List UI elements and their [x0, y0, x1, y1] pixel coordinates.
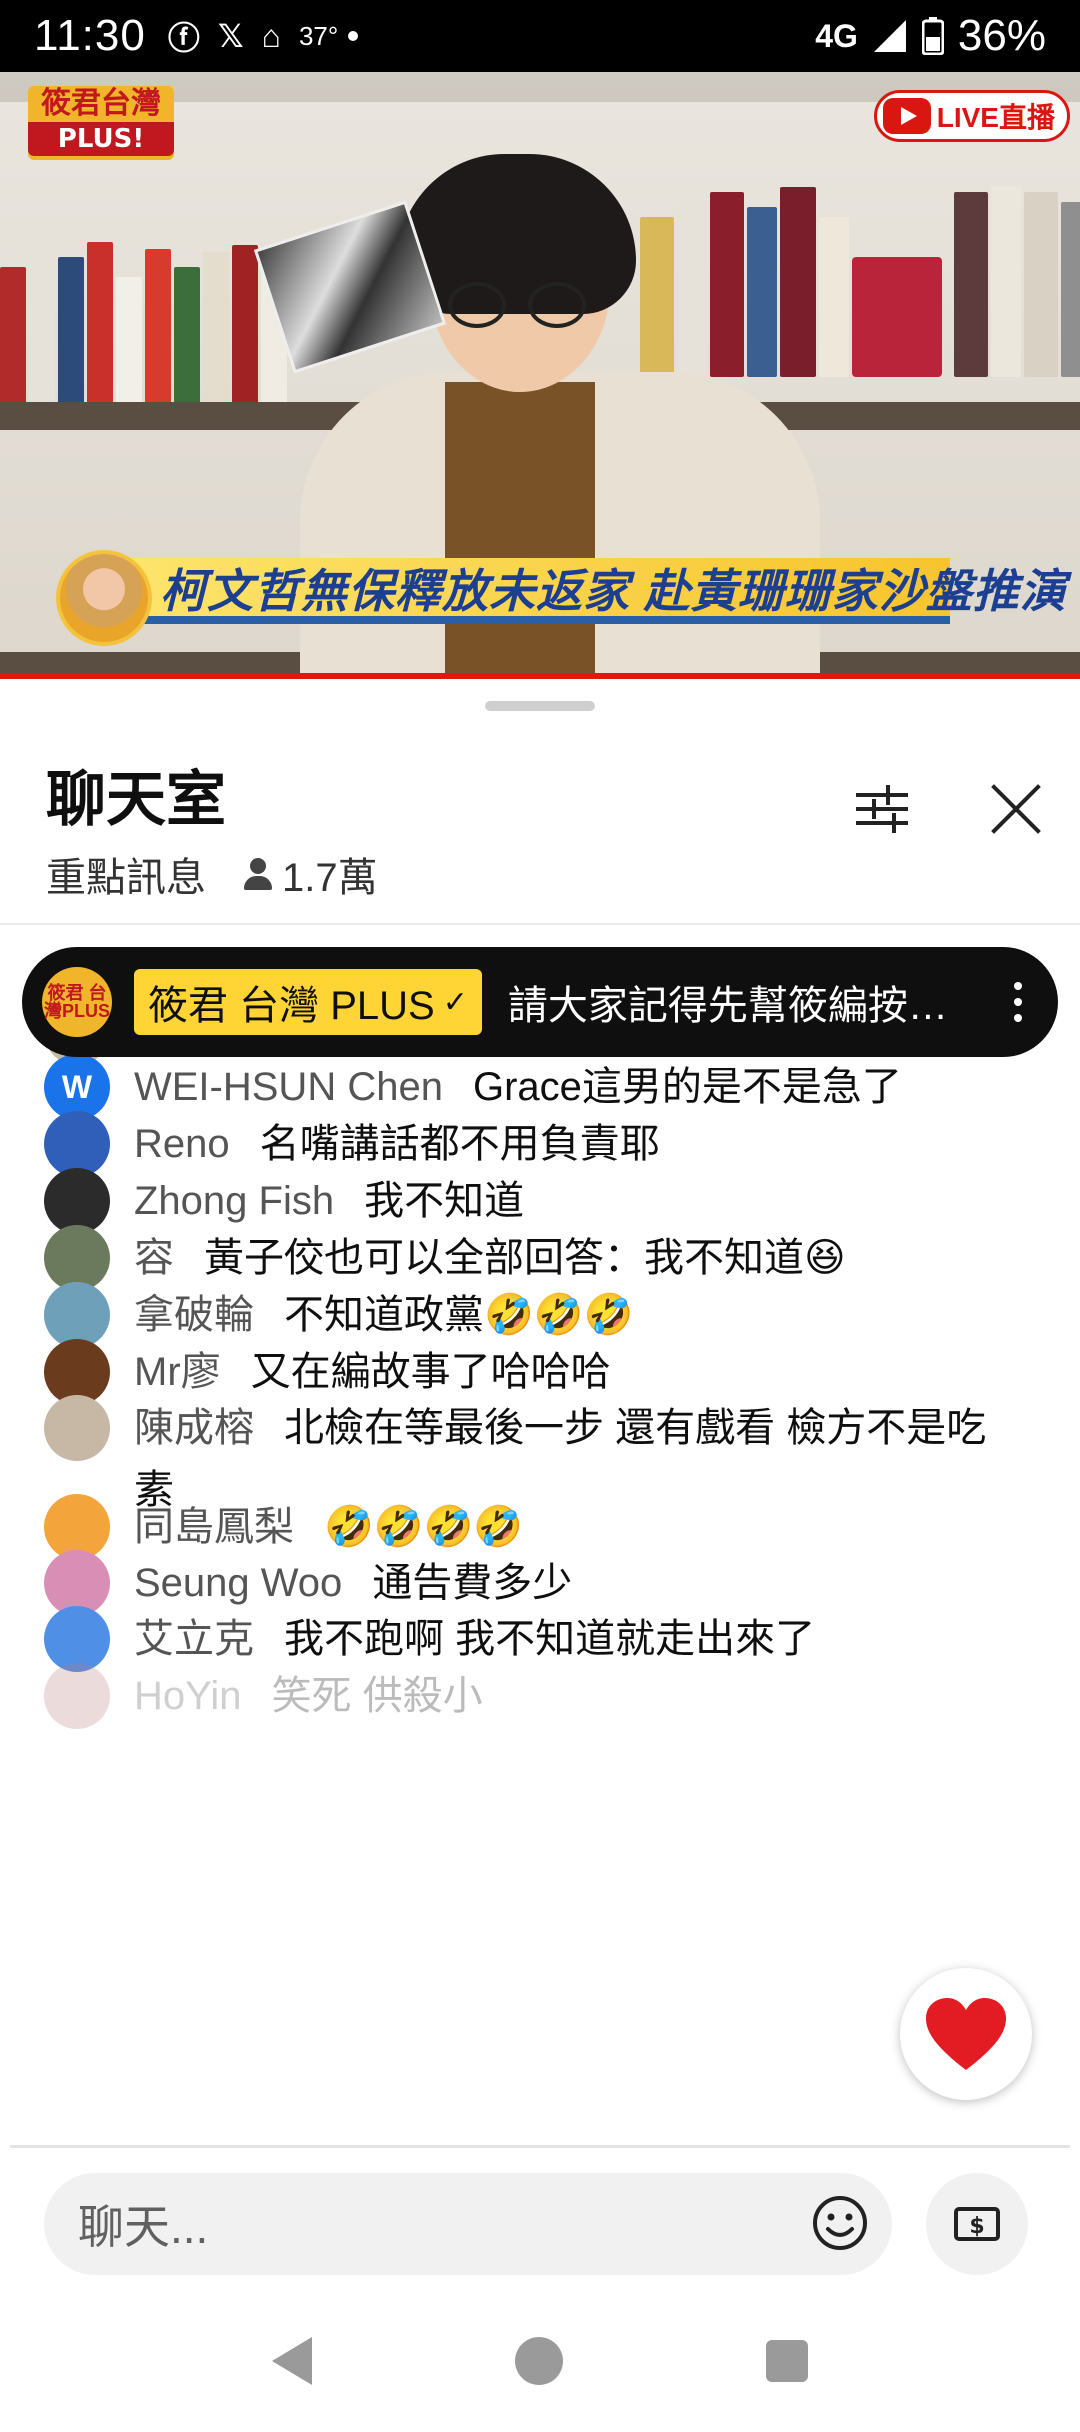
- svg-text:$: $: [969, 2214, 984, 2239]
- input-divider: [10, 2145, 1070, 2148]
- status-bar: 11:30 ⓕ 𝕏 ⌂ 37° 4G 36%: [0, 0, 1080, 72]
- message-body: 容黃子佼也可以全部回答：我不知道😆: [134, 1225, 846, 1289]
- message-body: HoYin 笑死 供殺小: [134, 1663, 483, 1727]
- system-nav-bar: [0, 2290, 1080, 2432]
- header-divider: [0, 923, 1080, 925]
- channel-logo: 筱君台灣 PLUS!: [28, 86, 174, 160]
- chat-mode-selector[interactable]: 重點訊息: [46, 845, 206, 903]
- status-temperature: 37°: [298, 20, 339, 51]
- message-body: 艾立克 我不跑啊 我不知道就走出來了: [134, 1606, 815, 1670]
- network-type: 4G: [815, 17, 858, 54]
- battery-percent: 36%: [957, 11, 1046, 60]
- message-author[interactable]: 拿破輪: [134, 1293, 254, 1337]
- message-text: 我不跑啊 我不知道就走出來了: [284, 1617, 816, 1661]
- chat-input[interactable]: 聊天...: [44, 2173, 892, 2275]
- close-button[interactable]: [984, 777, 1048, 841]
- message-text: 又在編故事了哈哈哈: [250, 1350, 611, 1394]
- message-text: 我不知道: [364, 1179, 525, 1223]
- news-banner: 柯文哲無保釋放未返家 赴黃珊珊家沙盤推演: [0, 550, 1080, 646]
- chat-title: 聊天室: [46, 766, 226, 833]
- notification-dot-icon: [348, 31, 359, 41]
- message-author[interactable]: 同島鳳梨: [134, 1505, 294, 1549]
- message-body: Seung Woo 通告費多少: [134, 1550, 572, 1614]
- message-text: 通告費多少: [372, 1561, 573, 1605]
- live-badge: LIVE直播: [873, 90, 1070, 142]
- message-author[interactable]: 艾立克: [134, 1617, 254, 1661]
- super-chat-button[interactable]: $: [926, 2173, 1028, 2275]
- filter-settings-button[interactable]: [852, 779, 912, 839]
- message-text: 笑死 供殺小: [271, 1674, 483, 1718]
- message-body: 拿破輪 不知道政黨🤣🤣🤣: [134, 1282, 633, 1346]
- message-text: 黃子佼也可以全部回答：我不知道😆: [204, 1236, 846, 1280]
- weather-icon: ⌂: [261, 17, 281, 54]
- chat-subtitle: 重點訊息 1.7萬: [46, 845, 378, 903]
- message-text: 名嘴講話都不用負責耶: [259, 1122, 660, 1166]
- emoji-icon[interactable]: [810, 2193, 870, 2253]
- chat-input-placeholder: 聊天...: [78, 2201, 209, 2253]
- message-author[interactable]: Zhong Fish: [134, 1179, 334, 1223]
- status-time: 11:30: [34, 11, 146, 60]
- heart-icon: [926, 1998, 1006, 2070]
- banner-text: 柯文哲無保釋放未返家 赴黃珊珊家沙盤推演: [160, 565, 1067, 617]
- message-body: 同島鳳梨 🤣🤣🤣🤣: [134, 1494, 523, 1558]
- message-body: WEI-HSUN Chen Grace這男的是不是急了: [134, 1054, 902, 1118]
- message-text: 不知道政黨🤣🤣🤣: [284, 1293, 634, 1337]
- chat-message[interactable]: HoYin 笑死 供殺小: [44, 1663, 1024, 1729]
- pinned-text: 請大家記得先幫筱編按讚訂閱開啟小鈴鐺: [507, 984, 984, 1028]
- video-player[interactable]: 筱君台灣 PLUS! LIVE直播 柯文哲無保釋放未返家 赴黃珊珊家沙盤推演: [0, 72, 1080, 678]
- channel-logo-top: 筱君台灣: [41, 86, 161, 121]
- drag-handle[interactable]: [485, 701, 595, 711]
- message-text: 🤣🤣🤣🤣: [324, 1505, 524, 1549]
- glasses-left: [448, 282, 506, 328]
- message-author[interactable]: Reno: [134, 1122, 230, 1166]
- home-nav-button[interactable]: [514, 2337, 563, 2385]
- battery-icon: [921, 17, 944, 55]
- message-text: Grace這男的是不是急了: [472, 1065, 902, 1109]
- back-nav-button[interactable]: [271, 2337, 312, 2385]
- chat-message-list[interactable]: 奧 斯蒂不知道黑WWEI-HSUN ChenGrace這男的是不是急了Reno名…: [0, 999, 1080, 1809]
- owner-chip: 筱君 台灣 PLUS ✓: [134, 969, 482, 1035]
- pinned-message[interactable]: 筱君 台灣PLUS 筱君 台灣 PLUS ✓ 請大家記得先幫筱編按讚訂閱開啟小鈴…: [22, 947, 1058, 1057]
- verified-check-icon: ✓: [442, 985, 468, 1019]
- person-icon: [242, 856, 274, 892]
- message-author[interactable]: 容: [134, 1236, 174, 1280]
- live-label: LIVE直播: [936, 102, 1055, 133]
- facebook-icon: ⓕ: [167, 20, 200, 56]
- reaction-heart-button[interactable]: [900, 1968, 1032, 2100]
- avatar[interactable]: [44, 1663, 110, 1729]
- viewer-count: 1.7萬: [282, 856, 378, 900]
- bookshelf-left: [0, 242, 290, 417]
- anchor-avatar: [56, 550, 152, 646]
- message-author[interactable]: Seung Woo: [134, 1561, 342, 1605]
- message-body: Mr廖 又在編故事了哈哈哈: [134, 1339, 611, 1403]
- message-author[interactable]: HoYin: [134, 1674, 241, 1718]
- live-chat-panel: 聊天室 重點訊息 1.7萬 筱君 台灣PLUS 筱君 台灣 PLUS ✓ 請大家…: [0, 679, 1080, 2432]
- pinned-avatar: 筱君 台灣PLUS: [42, 967, 112, 1037]
- bookshelf-right: [640, 187, 1080, 377]
- message-author[interactable]: 陳成榕: [134, 1406, 254, 1450]
- youtube-play-icon: [882, 98, 931, 134]
- message-author[interactable]: WEI-HSUN Chen: [134, 1065, 443, 1109]
- signal-icon: [873, 20, 906, 52]
- message-author[interactable]: Mr廖: [134, 1350, 221, 1394]
- glasses-right: [528, 282, 586, 328]
- host-shirt: [445, 382, 595, 678]
- message-body: Zhong Fish 我不知道: [134, 1168, 524, 1232]
- pinned-author: 筱君 台灣 PLUS: [148, 984, 435, 1028]
- avatar[interactable]: [44, 1395, 110, 1461]
- message-body: Reno 名嘴講話都不用負責耶: [134, 1111, 660, 1175]
- channel-logo-bottom: PLUS!: [28, 122, 174, 156]
- recents-nav-button[interactable]: [766, 2340, 809, 2382]
- money-icon: $: [954, 2207, 1000, 2241]
- x-icon: 𝕏: [217, 18, 244, 54]
- more-options-button[interactable]: [998, 972, 1038, 1032]
